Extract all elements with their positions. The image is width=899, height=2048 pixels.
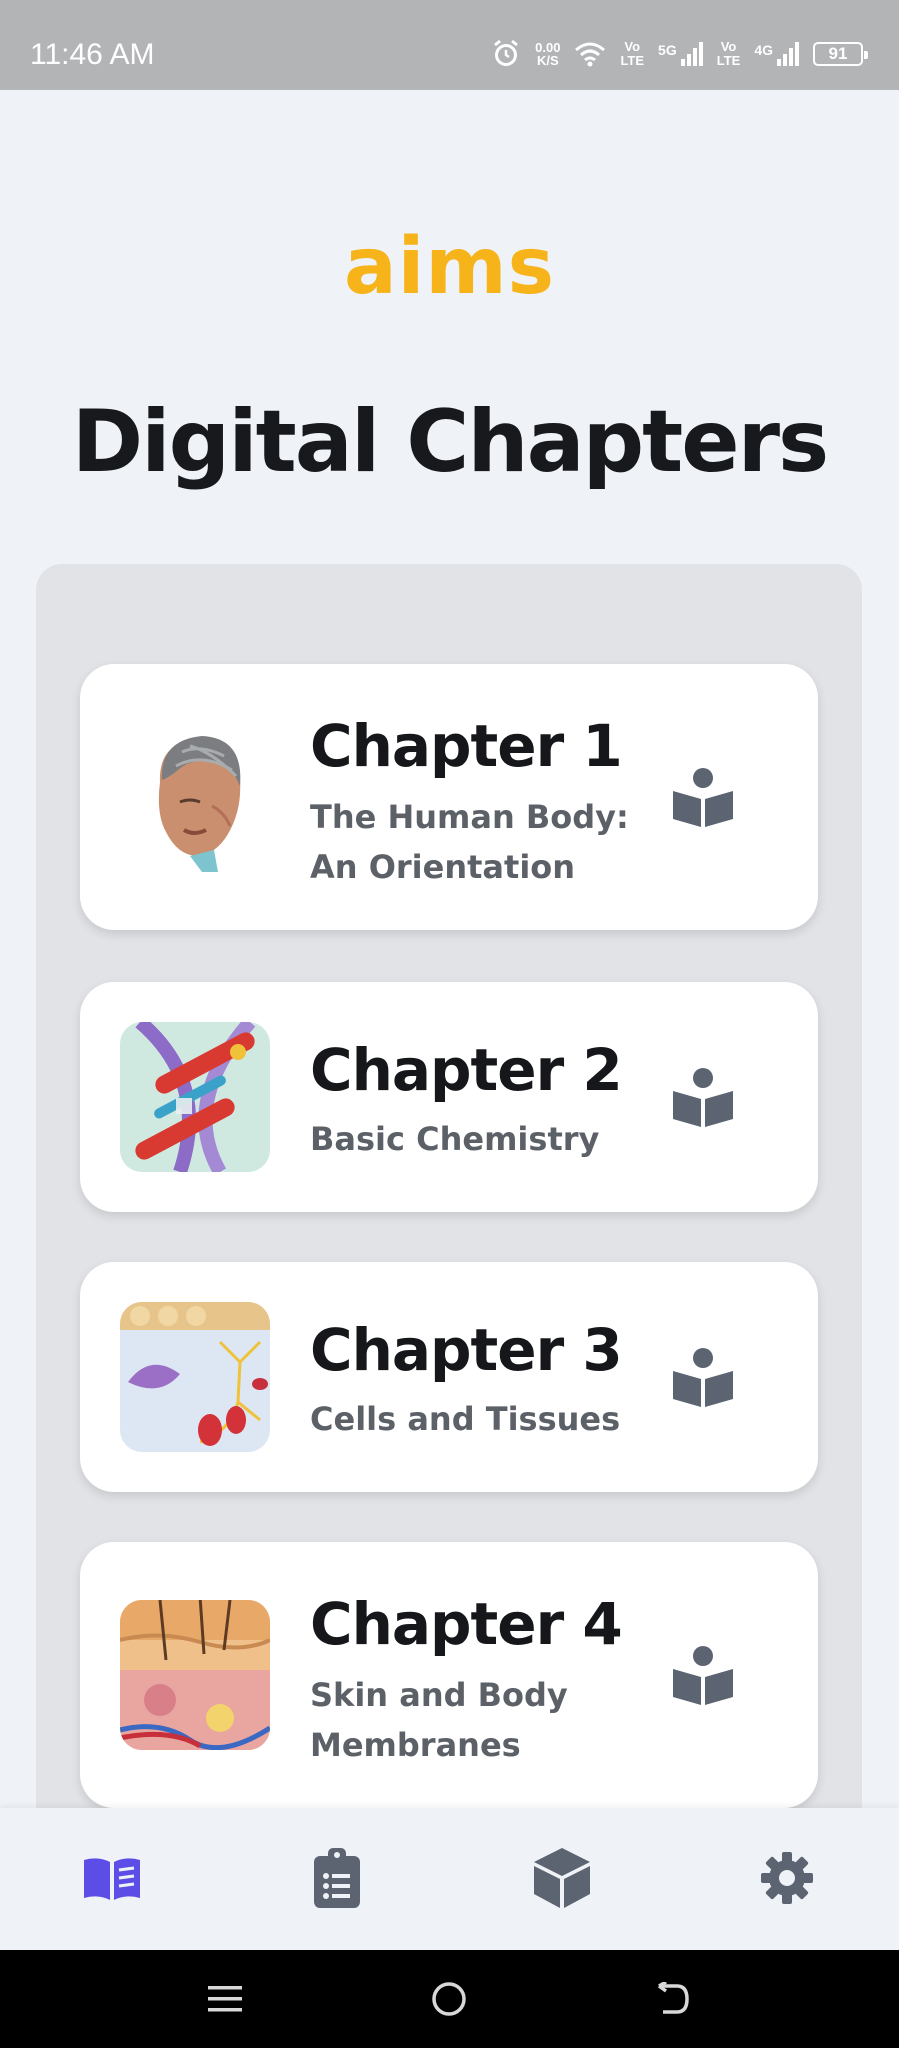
sim2-network-label: 4G [754,42,773,58]
page-title: Digital Chapters [71,392,829,492]
nav-chapters[interactable] [80,1846,144,1910]
recent-apps-button[interactable] [202,1976,248,2022]
chapter-card-1[interactable]: Chapter 1 The Human Body: An Orientation [80,664,818,930]
chapter-subtitle: Skin and Body Membranes [310,1676,568,1764]
gear-icon [761,1852,813,1904]
chapter-card-2[interactable]: Chapter 2 Basic Chemistry [80,982,818,1212]
chapter-list-panel: Chapter 1 The Human Body: An Orientation [36,564,862,1824]
chapter-card-3[interactable]: Chapter 3 Cells and Tissues [80,1262,818,1492]
battery-indicator: 91 [813,42,868,66]
chapter-title: Chapter 2 [310,1036,623,1104]
signal-bars-icon [777,42,799,66]
head-anatomy-thumbnail [120,722,270,872]
net-speed-unit: K/S [536,53,559,68]
clipboard-list-icon [314,1848,360,1908]
skin-layers-thumbnail [120,1600,270,1750]
nav-quizzes[interactable] [305,1846,369,1910]
chapter-title: Chapter 3 [310,1316,623,1384]
battery-level: 91 [828,44,848,63]
sim2-signal: 4G [754,42,799,66]
book-reader-icon [673,1348,733,1407]
alarm-icon [494,39,519,66]
bottom-navigation [0,1808,899,1950]
net-speed: 0.00 K/S [535,41,560,67]
status-time: 11:46 AM [30,38,155,71]
chapter-subtitle: Cells and Tissues [310,1400,621,1438]
chapter-title: Chapter 1 [310,712,623,780]
wifi-icon [575,42,606,67]
read-chapter-button[interactable] [668,1640,738,1710]
menu-icon [208,1986,242,2012]
book-reader-icon [673,1068,733,1127]
signal-bars-icon [680,42,703,66]
dna-thumbnail [120,1022,270,1172]
sim1-volte: Vo LTE [620,40,644,68]
sim1-signal: 5G [658,42,703,66]
status-icons: 0.00 K/S Vo LTE 5G Vo LTE 4G 91 [491,34,868,74]
sim1-volte-bottom: LTE [620,53,645,68]
chapter-subtitle: The Human Body: An Orientation [310,798,629,886]
nav-settings[interactable] [755,1846,819,1910]
cells-thumbnail [120,1302,270,1452]
back-arrow-icon [657,1982,689,2014]
read-chapter-button[interactable] [668,1342,738,1412]
book-reader-icon [673,768,733,827]
status-bar: 11:46 AM 0.00 K/S Vo LTE 5G Vo LTE 4G 91 [0,0,899,90]
sim1-network-label: 5G [658,42,677,58]
sim2-volte-top: Vo [720,39,737,54]
sim2-volte-bottom: LTE [716,53,741,68]
sim2-volte: Vo LTE [717,40,741,68]
read-chapter-button[interactable] [668,762,738,832]
chapter-subtitle: Basic Chemistry [310,1120,600,1158]
brand-logo: aims [343,222,556,312]
chapter-title: Chapter 4 [310,1590,623,1658]
home-circle-icon [432,1982,466,2016]
back-button[interactable] [650,1976,696,2022]
system-navigation-bar [0,1950,899,2048]
read-chapter-button[interactable] [668,1062,738,1132]
book-reader-icon [673,1646,733,1705]
cube-icon [534,1848,590,1908]
home-button[interactable] [426,1976,472,2022]
chapter-card-4[interactable]: Chapter 4 Skin and Body Membranes [80,1542,818,1808]
nav-3d-models[interactable] [530,1846,594,1910]
open-book-icon [84,1858,140,1900]
sim1-volte-top: Vo [624,39,641,54]
